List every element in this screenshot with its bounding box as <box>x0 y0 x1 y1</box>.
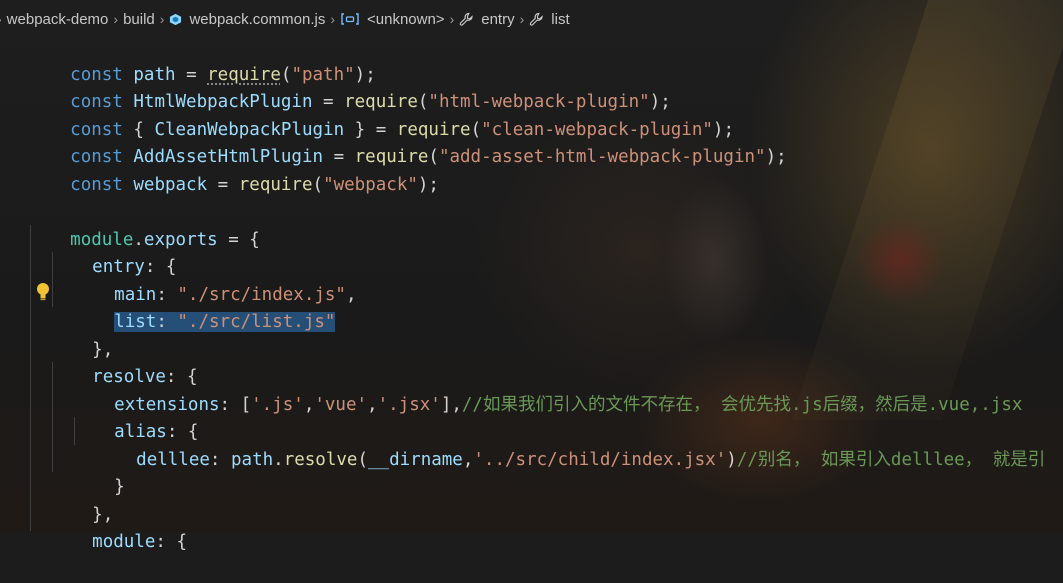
code-line-4: const AddAssetHtmlPlugin = require("add-… <box>70 147 787 167</box>
breadcrumb-label: build <box>123 10 155 28</box>
code-line-15: delllee: path.resolve(__dirname,'../src/… <box>136 450 1046 470</box>
breadcrumb-item-list[interactable]: list <box>529 10 570 28</box>
code-line-5: const webpack = require("webpack"); <box>70 175 439 195</box>
breadcrumb-label: <unknown> <box>367 10 445 28</box>
breadcrumb: › webpack-demo › build › webpack.common.… <box>0 0 1063 38</box>
chevron-right-icon: › <box>113 11 119 27</box>
chevron-right-icon: › <box>519 11 525 27</box>
code-line-2: const HtmlWebpackPlugin = require("html-… <box>70 92 671 112</box>
breadcrumb-item-webpack-demo[interactable]: webpack-demo <box>7 11 109 28</box>
wrench-icon <box>460 12 473 26</box>
chevron-right-icon: › <box>159 11 165 27</box>
code-line-16: } <box>114 477 125 497</box>
code-editor[interactable]: const path = require("path"); const Html… <box>0 35 1063 552</box>
chevron-right-icon: › <box>330 11 335 27</box>
chevron-right-icon: › <box>0 11 2 27</box>
breadcrumb-label: list <box>551 10 570 28</box>
code-line-3: const { CleanWebpackPlugin } = require("… <box>70 120 734 140</box>
code-line-9: main: "./src/index.js", <box>114 285 357 305</box>
code-line-18: module: { <box>92 532 187 552</box>
code-line-13: extensions: ['.js','vue','.jsx'],//如果我们引… <box>114 395 1023 415</box>
code-line-1: const path = require("path"); <box>70 65 376 85</box>
code-line-10: list: "./src/list.js" <box>72 282 336 332</box>
webpack-cube-icon <box>170 13 182 25</box>
chevron-right-icon: › <box>449 11 455 27</box>
breadcrumb-item-unknown[interactable]: <unknown> <box>340 11 445 28</box>
lightbulb-icon[interactable] <box>36 282 50 302</box>
code-line-17: }, <box>92 505 114 525</box>
breadcrumb-label: webpack-demo <box>6 10 109 28</box>
code-line-7: module.exports = { <box>70 230 260 250</box>
breadcrumb-item-build[interactable]: build <box>123 11 155 28</box>
code-line-8: entry: { <box>92 257 177 277</box>
text-selection: list: "./src/list.js" <box>114 312 336 332</box>
code-line-14: alias: { <box>114 422 199 442</box>
breadcrumb-label: webpack.common.js <box>189 10 326 28</box>
variable-brackets-icon <box>341 13 359 25</box>
breadcrumb-label: entry <box>481 10 515 28</box>
breadcrumb-item-entry[interactable]: entry <box>459 10 515 28</box>
code-line-12: resolve: { <box>92 367 198 387</box>
wrench-icon <box>530 12 543 26</box>
code-line-11: }, <box>92 340 114 360</box>
breadcrumb-item-file[interactable]: webpack.common.js <box>169 11 325 28</box>
